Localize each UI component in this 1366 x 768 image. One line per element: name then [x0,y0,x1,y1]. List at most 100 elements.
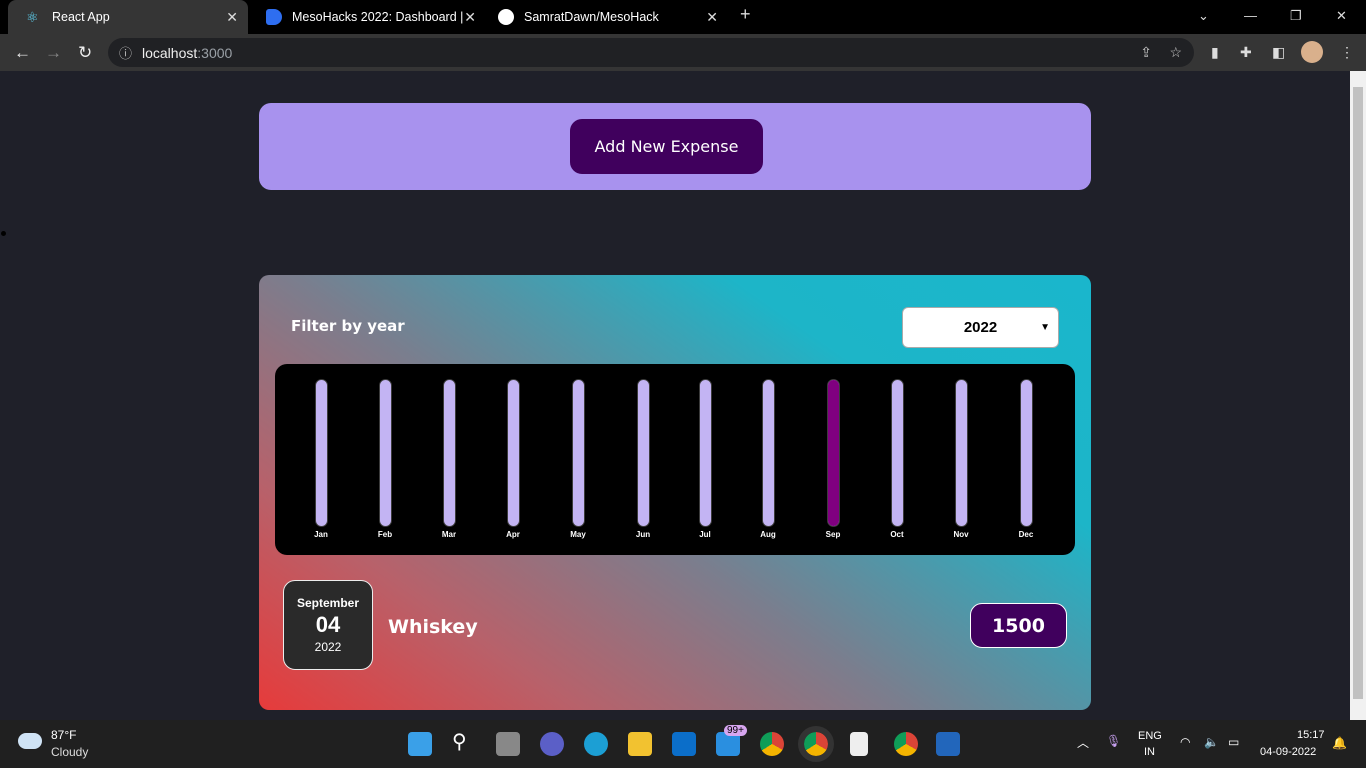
expense-amount: 1500 [970,603,1067,648]
bookmark-star-icon[interactable]: ☆ [1169,44,1182,61]
notification-icon[interactable]: 🔔 [1332,736,1347,750]
mail-badge: 99+ [724,725,747,736]
chart-bar-track [826,379,840,527]
chart-bar-apr: Apr [493,379,533,539]
weather-condition[interactable]: Cloudy [51,745,88,759]
language[interactable]: ENG [1138,730,1162,742]
chart-bar-track [636,379,650,527]
close-tab-icon[interactable]: ✕ [464,9,476,26]
close-tab-icon[interactable]: ✕ [706,9,718,26]
chart-bar-jul: Jul [685,379,725,539]
back-button[interactable]: ← [14,43,31,63]
chart-bar-feb: Feb [365,379,405,539]
chart-bar-aug: Aug [748,379,788,539]
microphone-icon[interactable]: 🎙 [1106,734,1121,748]
new-tab-button[interactable]: + [740,4,751,25]
notepad-icon[interactable] [850,732,868,756]
chart-bar-jan: Jan [301,379,341,539]
chrome-icon[interactable] [760,732,784,756]
clock-date[interactable]: 04-09-2022 [1260,746,1316,758]
photos-icon[interactable] [936,732,960,756]
chart-bar-oct: Oct [877,379,917,539]
expense-title: Whiskey [388,616,478,638]
chrome-profile2-icon[interactable] [894,732,918,756]
chart-bar-label: Feb [377,530,393,539]
expense-month: September [296,596,360,610]
chart-bar-mar: Mar [429,379,469,539]
expenses-panel: Filter by year 2022 ▼ Jan Feb Mar Apr May Jun J… [259,275,1091,710]
extension-icon[interactable]: ▮ [1211,44,1219,61]
edge-icon[interactable] [584,732,608,756]
chart-bar-label: Oct [890,530,904,539]
chart-bar-label: Apr [506,530,520,539]
filter-label: Filter by year [291,317,405,335]
chart-bar-fill [827,380,839,526]
minimize-button[interactable]: — [1244,8,1257,23]
menu-icon[interactable]: ⋮ [1340,44,1354,61]
chrome-profile-icon[interactable] [798,726,834,762]
expense-year: 2022 [314,640,342,654]
chart-bar-label: Jan [314,530,328,539]
share-icon[interactable]: ⇪ [1140,44,1152,61]
close-tab-icon[interactable]: ✕ [226,9,238,26]
chart-bar-track [1019,379,1033,527]
scrollbar[interactable] [1350,71,1366,720]
tab-react-app[interactable]: ⚛ React App ✕ [8,0,248,34]
reload-button[interactable]: ↻ [78,43,92,63]
maximize-button[interactable]: ❐ [1290,8,1302,24]
file-explorer-icon[interactable] [628,732,652,756]
expense-date: September 04 2022 [283,580,373,670]
github-icon [498,9,514,25]
close-window-button[interactable]: ✕ [1336,8,1347,24]
chart-bar-track [506,379,520,527]
year-select[interactable]: 2022 ▼ [902,307,1059,348]
puzzle-icon[interactable]: ✚ [1240,44,1252,61]
task-view-icon[interactable] [496,732,520,756]
side-panel-icon[interactable]: ◧ [1272,44,1285,61]
avatar[interactable] [1301,41,1323,63]
scrollbar-thumb[interactable] [1353,87,1363,699]
region[interactable]: IN [1144,746,1155,758]
info-icon: ⓘ [119,46,133,61]
chart-bar-dec: Dec [1006,379,1046,539]
chart-bar-label: Jun [635,530,651,539]
chart-bar-track [571,379,585,527]
chart-bar-may: May [558,379,598,539]
expense-item: September 04 2022 Whiskey 1500 [283,580,1067,670]
battery-icon[interactable]: ▭ [1228,735,1239,749]
new-expense-panel: Add New Expense [259,103,1091,190]
weather-cloud-icon [18,733,42,749]
address-bar[interactable]: ⓘ localhost:3000 ⇪ ☆ [108,38,1194,67]
expenses-chart: Jan Feb Mar Apr May Jun Jul Aug Sep Oct Nov Dec [275,364,1075,555]
chart-bar-label: May [570,530,586,539]
forward-button[interactable]: → [45,43,62,63]
chart-bar-nov: Nov [941,379,981,539]
chart-bar-track [314,379,328,527]
tab-github[interactable]: SamratDawn/MesoHack ✕ [488,0,728,34]
search-icon[interactable]: ⚲ [452,729,476,753]
chart-bar-label: Mar [441,530,457,539]
chart-bar-track [442,379,456,527]
show-hidden-icons[interactable]: ︿ [1077,734,1089,751]
taskbar: 87°F Cloudy ⚲ 99+ ︿ 🎙 ENG IN ◠ 🔈 ▭ 15:17… [0,720,1366,768]
tab-bar: ⚛ React App ✕ MesoHacks 2022: Dashboard |… [0,0,1366,34]
volume-icon[interactable]: 🔈 [1204,735,1219,749]
tab-search-icon[interactable]: ⌄ [1198,8,1209,24]
chart-bar-label: Jul [699,530,711,539]
chat-icon[interactable] [540,732,564,756]
browser-toolbar: ← → ↻ ⓘ localhost:3000 ⇪ ☆ ▮ ✚ ◧ ⋮ [0,34,1366,71]
chart-bar-track [378,379,392,527]
chart-bar-track [954,379,968,527]
mail-icon[interactable]: 99+ [716,725,747,756]
list-bullet [1,231,6,236]
wifi-icon[interactable]: ◠ [1180,735,1190,749]
weather-temp[interactable]: 87°F [51,728,76,742]
react-icon: ⚛ [26,9,39,25]
add-new-expense-button[interactable]: Add New Expense [570,119,763,174]
expense-day: 04 [315,612,341,637]
devpost-icon [266,9,282,25]
store-icon[interactable] [672,732,696,756]
clock-time[interactable]: 15:17 [1297,729,1325,741]
start-icon[interactable] [408,732,432,756]
tab-mesohacks[interactable]: MesoHacks 2022: Dashboard | De ✕ [248,0,486,34]
